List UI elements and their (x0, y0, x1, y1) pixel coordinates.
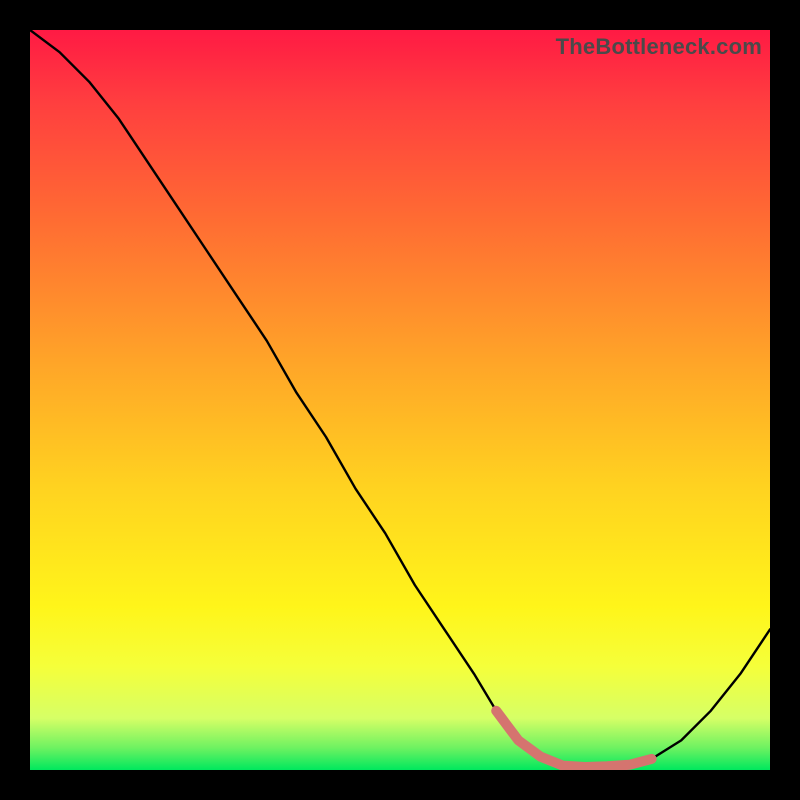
chart-frame: TheBottleneck.com (0, 0, 800, 800)
curve-layer (30, 30, 770, 770)
highlight-segment (496, 711, 651, 767)
plot-area: TheBottleneck.com (30, 30, 770, 770)
bottleneck-curve (30, 30, 770, 767)
